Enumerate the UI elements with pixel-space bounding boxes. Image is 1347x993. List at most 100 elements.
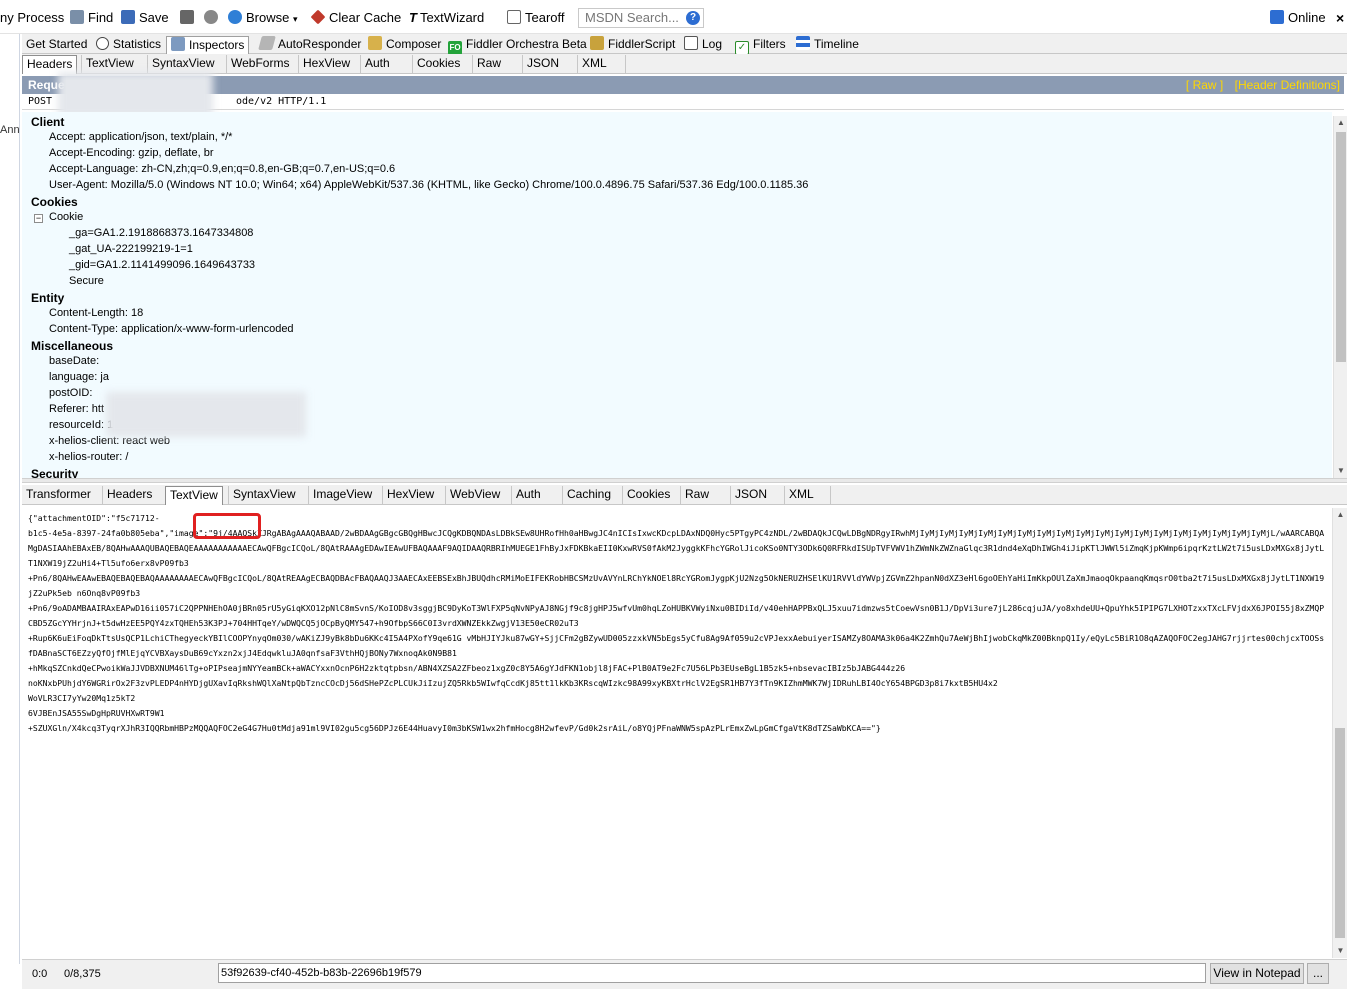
script-icon [590, 36, 604, 50]
cookie-secure: Secure [69, 275, 104, 287]
main-tabs: Get Started Statistics Inspectors AutoRe… [22, 34, 1347, 55]
timer-button[interactable] [204, 9, 222, 27]
composer-icon [368, 36, 382, 50]
timer-icon [204, 10, 218, 24]
header-content-length: Content-Length: 18 [49, 307, 144, 319]
request-tab-hexview[interactable]: HexView [298, 55, 354, 74]
highlight-annotation [193, 513, 261, 539]
response-tab-xml[interactable]: XML [784, 486, 818, 505]
request-line-tail: ode/v2 HTTP/1.1 [236, 96, 327, 107]
response-tab-caching[interactable]: Caching [562, 486, 615, 505]
header-postoid: postOID: [49, 387, 93, 399]
view-in-notepad-button[interactable]: View in Notepad [1210, 963, 1304, 984]
tab-autoresponder[interactable]: AutoResponder [256, 36, 365, 54]
tab-composer[interactable]: Composer [364, 36, 445, 54]
save-button[interactable]: Save [121, 9, 169, 27]
response-tab-json[interactable]: JSON [730, 486, 771, 505]
header-accept: Accept: application/json, text/plain, */… [49, 131, 233, 143]
find-button[interactable]: Find [70, 9, 113, 27]
tab-statistics[interactable]: Statistics [92, 36, 165, 54]
tab-inspectors[interactable]: Inspectors [166, 36, 250, 54]
collapse-icon[interactable]: − [34, 214, 43, 223]
log-icon [684, 36, 698, 50]
splitter[interactable] [22, 478, 1347, 483]
scroll-down-icon[interactable]: ▼ [1333, 944, 1347, 958]
header-accept-encoding: Accept-Encoding: gzip, deflate, br [49, 147, 214, 159]
tab-timeline[interactable]: Timeline [792, 36, 863, 54]
request-tab-auth[interactable]: Auth [360, 55, 394, 74]
response-tab-auth[interactable]: Auth [511, 486, 545, 505]
textwizard-button[interactable]: T TextWizard [409, 9, 484, 27]
request-tab-json[interactable]: JSON [522, 55, 563, 74]
request-tab-cookies[interactable]: Cookies [412, 55, 464, 74]
request-line: POST ode/v2 HTTP/1.1 [22, 94, 1344, 110]
header-accept-language: Accept-Language: zh-CN,zh;q=0.9,en;q=0.8… [49, 163, 396, 175]
scroll-up-icon[interactable]: ▲ [1333, 508, 1347, 522]
statistics-icon [96, 37, 109, 50]
response-body-text: {"attachmentOID":"f5c71712- b1c5-4e5a-83… [28, 513, 1325, 733]
any-process-button[interactable]: ny Process [0, 9, 64, 27]
tab-get-started[interactable]: Get Started [22, 36, 91, 54]
raw-link[interactable]: [ Raw ] [1186, 78, 1223, 92]
response-tab-imageview[interactable]: ImageView [308, 486, 376, 505]
tab-filters[interactable]: ✓ Filters [731, 36, 790, 55]
browser-icon [228, 10, 242, 24]
response-tab-textview[interactable]: TextView [165, 486, 223, 505]
body-scrollbar[interactable]: ▲ ▼ [1332, 508, 1347, 958]
timeline-icon [796, 36, 810, 50]
header-definitions-link[interactable]: [Header Definitions] [1235, 78, 1340, 92]
scroll-down-icon[interactable]: ▼ [1334, 464, 1347, 478]
tab-divider [625, 55, 627, 74]
cursor-position: 0:0 [32, 968, 48, 980]
tab-fiddler-orchestra-beta[interactable]: FO Fiddler Orchestra Beta [444, 36, 591, 55]
response-tab-hexview[interactable]: HexView [382, 486, 438, 505]
browse-button[interactable]: Browse ▾ [228, 9, 298, 27]
find-icon [70, 10, 84, 24]
response-tab-transformer[interactable]: Transformer [22, 486, 95, 505]
help-icon[interactable]: ? [686, 11, 700, 25]
camera-button[interactable] [180, 9, 198, 27]
selection-length: 0/8,375 [64, 968, 101, 980]
header-resourceid: resourceId: 1 [49, 419, 114, 431]
header-basedate: baseDate: [49, 355, 100, 367]
inspectors-icon [171, 37, 185, 51]
response-body-textview[interactable]: {"attachmentOID":"f5c71712- b1c5-4e5a-83… [26, 508, 1330, 958]
scrollbar-thumb[interactable] [1336, 132, 1346, 362]
headers-scrollbar[interactable]: ▲ ▼ [1333, 116, 1347, 478]
header-user-agent: User-Agent: Mozilla/5.0 (Windows NT 10.0… [49, 179, 809, 191]
clear-cache-icon [310, 9, 326, 25]
more-options-button[interactable]: ... [1307, 963, 1329, 984]
header-x-helios-router: x-helios-router: / [49, 451, 129, 463]
checkbox-icon: ✓ [735, 41, 749, 55]
group-client: Client [31, 115, 65, 129]
sessions-panel-edge[interactable]: Ann [0, 34, 20, 964]
status-bar: 0:0 0/8,375 53f92639-cf40-452b-b83b-2269… [22, 959, 1347, 989]
tab-fiddlerscript[interactable]: FiddlerScript [586, 36, 679, 54]
chevron-down-icon: ▾ [292, 14, 298, 24]
scroll-up-icon[interactable]: ▲ [1334, 116, 1347, 130]
group-security: Security [31, 467, 79, 478]
response-tab-cookies[interactable]: Cookies [622, 486, 674, 505]
tab-log[interactable]: Log [680, 36, 726, 54]
response-tab-syntaxview[interactable]: SyntaxView [228, 486, 299, 505]
online-status: Online [1270, 9, 1326, 27]
response-tab-webview[interactable]: WebView [445, 486, 504, 505]
response-tab-raw[interactable]: Raw [680, 486, 713, 505]
close-icon[interactable]: × [1336, 9, 1344, 27]
request-tab-raw[interactable]: Raw [472, 55, 505, 74]
sessions-column-fragment: Ann [0, 124, 20, 136]
tearoff-button[interactable]: Tearoff [507, 9, 565, 27]
cookie-ga: _ga=GA1.2.1918868373.1647334808 [69, 227, 254, 239]
tearoff-icon [507, 10, 521, 24]
scrollbar-thumb[interactable] [1335, 728, 1345, 938]
clear-cache-button[interactable]: Clear Cache [310, 9, 401, 27]
group-miscellaneous: Miscellaneous [31, 339, 114, 353]
group-cookies: Cookies [31, 195, 78, 209]
quickexec-input[interactable]: 53f92639-cf40-452b-b83b-22696b19f579 [218, 963, 1206, 983]
request-tab-xml[interactable]: XML [577, 55, 611, 74]
request-headers-bar: Reque [ Raw ] [Header Definitions] [22, 76, 1344, 94]
network-icon [1270, 10, 1284, 24]
camera-icon [180, 10, 194, 24]
response-tab-headers[interactable]: Headers [102, 486, 156, 505]
request-tab-webforms[interactable]: WebForms [226, 55, 293, 74]
